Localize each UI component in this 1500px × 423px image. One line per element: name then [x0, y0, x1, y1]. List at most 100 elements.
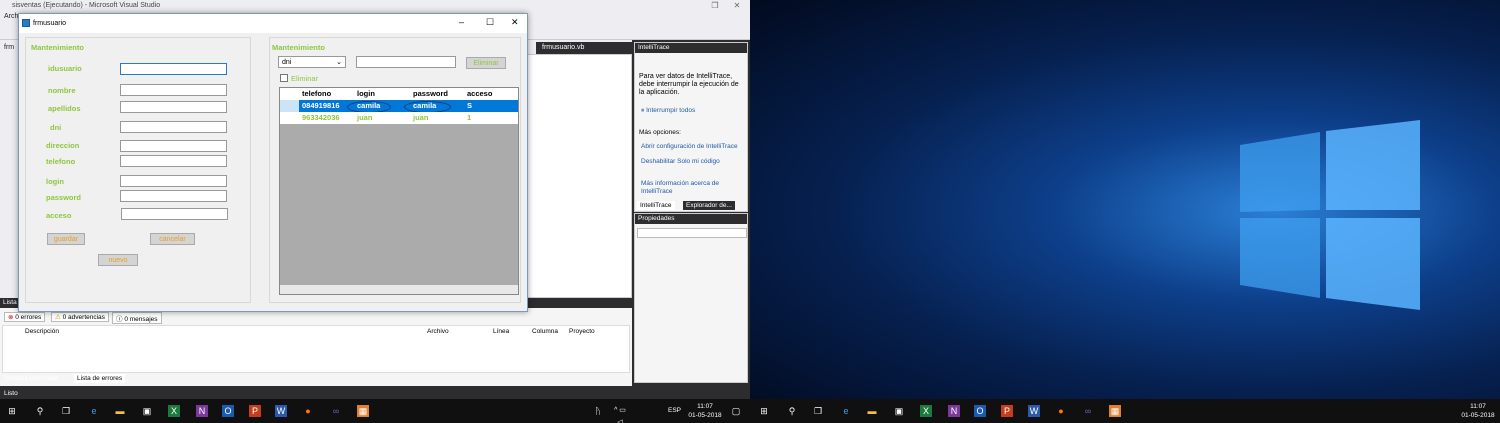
col-password[interactable]: password: [410, 88, 464, 100]
tab-immediate[interactable]: Ventana Inmediato: [4, 375, 58, 382]
app-icon[interactable]: ▦: [1109, 405, 1121, 417]
users-grid[interactable]: telefono login password acceso 084919816…: [279, 87, 519, 295]
minimize-icon[interactable]: –: [459, 17, 464, 27]
col-proyecto[interactable]: Proyecto: [569, 328, 595, 335]
outlook-icon[interactable]: O: [974, 405, 986, 417]
h-scrollbar[interactable]: [280, 285, 518, 294]
firefox-icon[interactable]: ●: [302, 405, 314, 417]
direccion-field[interactable]: [120, 140, 227, 152]
cell-password[interactable]: juan: [410, 112, 464, 124]
clock[interactable]: 11:07 01-05-2018: [688, 402, 722, 420]
people-icon[interactable]: ᚤ: [592, 405, 604, 417]
cell-telefono[interactable]: 963342036: [299, 112, 354, 124]
tab-error-list[interactable]: Lista de errores: [74, 374, 126, 383]
eliminar-checkbox[interactable]: [280, 74, 288, 82]
cell-acceso[interactable]: 1: [464, 112, 518, 124]
clock-date: 01-05-2018: [688, 412, 722, 419]
col-telefono[interactable]: telefono: [299, 88, 354, 100]
disable-jmc-link[interactable]: Deshabilitar Solo mi código: [641, 158, 720, 165]
table-row[interactable]: 084919816 camila camila S: [280, 100, 518, 113]
apellidos-field[interactable]: [120, 101, 227, 113]
eliminar-button[interactable]: Eliminar: [466, 57, 506, 69]
excel-icon[interactable]: X: [920, 405, 932, 417]
col-descripcion[interactable]: Descripción: [25, 328, 59, 335]
cancelar-button[interactable]: cancelar: [150, 233, 195, 245]
restore-icon[interactable]: ❐: [704, 0, 726, 12]
intellitrace-panel: IntelliTrace Para ver datos de IntelliTr…: [634, 42, 748, 212]
explorer-icon[interactable]: ▬: [114, 405, 126, 417]
close-icon[interactable]: ✕: [726, 0, 748, 12]
break-all-link[interactable]: ⏸ Interrumpir todos: [641, 107, 695, 115]
properties-dropdown[interactable]: [637, 228, 747, 238]
menu-archivo[interactable]: Arch: [4, 13, 18, 20]
acceso-field[interactable]: [121, 208, 228, 220]
explorer-icon[interactable]: ▬: [866, 405, 878, 417]
col-archivo[interactable]: Archivo: [427, 328, 449, 335]
search-input[interactable]: [356, 56, 456, 68]
powerpoint-icon[interactable]: P: [249, 405, 261, 417]
form-icon: [22, 19, 30, 27]
clock[interactable]: 11:07 01-05-2018: [1458, 402, 1498, 420]
search-icon[interactable]: ⚲: [34, 405, 46, 417]
task-view-icon[interactable]: ❐: [812, 405, 824, 417]
errors-filter[interactable]: ⊗ 0 errores: [4, 312, 46, 322]
notification-icon[interactable]: ▢: [730, 405, 742, 417]
edge-icon[interactable]: e: [840, 405, 852, 417]
messages-filter[interactable]: ⓘ 0 mensajes: [112, 312, 162, 324]
nuevo-button[interactable]: nuevo: [98, 254, 138, 266]
more-info-link[interactable]: Más información acerca de IntelliTrace: [641, 180, 741, 196]
row-header[interactable]: [280, 112, 299, 124]
onenote-icon[interactable]: N: [196, 405, 208, 417]
table-row[interactable]: 963342036 juan juan 1: [280, 112, 518, 124]
idusuario-field[interactable]: [120, 63, 227, 75]
col-login[interactable]: login: [354, 88, 410, 100]
nombre-field[interactable]: [120, 84, 227, 96]
start-icon[interactable]: ⊞: [6, 405, 18, 417]
col-columna[interactable]: Columna: [532, 328, 558, 335]
store-icon[interactable]: ▣: [141, 405, 153, 417]
dni-field[interactable]: [120, 121, 227, 133]
firefox-icon[interactable]: ●: [1055, 405, 1067, 417]
tab-explorer[interactable]: Explorador de...: [683, 201, 735, 210]
edge-icon[interactable]: e: [88, 405, 100, 417]
onenote-icon[interactable]: N: [948, 405, 960, 417]
word-icon[interactable]: W: [275, 405, 287, 417]
col-linea[interactable]: Línea: [493, 328, 509, 335]
warning-icon: ⚠: [55, 314, 61, 321]
intellitrace-header: IntelliTrace: [635, 43, 747, 53]
col-acceso[interactable]: acceso: [464, 88, 518, 100]
file-tab[interactable]: frmusuario.vb: [536, 42, 632, 54]
task-view-icon[interactable]: ❐: [60, 405, 72, 417]
outlook-icon[interactable]: O: [222, 405, 234, 417]
visual-studio-icon[interactable]: ∞: [1082, 405, 1094, 417]
store-icon[interactable]: ▣: [893, 405, 905, 417]
label-acceso: acceso: [46, 211, 72, 220]
excel-icon[interactable]: X: [168, 405, 180, 417]
left-monitor: sisventas (Ejecutando) - Microsoft Visua…: [0, 0, 750, 423]
right-monitor-desktop: ⊞ ⚲ ❐ e ▬ ▣ X N O P W ● ∞ ▦ 11:07 01-05-…: [750, 0, 1500, 423]
telefono-field[interactable]: [120, 155, 227, 167]
powerpoint-icon[interactable]: P: [1001, 405, 1013, 417]
form-close-icon[interactable]: ✕: [511, 17, 519, 28]
row-header[interactable]: [280, 100, 299, 112]
open-config-link[interactable]: Abrir configuración de IntelliTrace: [641, 143, 738, 150]
cell-acceso[interactable]: S: [464, 100, 518, 112]
doc-tab[interactable]: frm: [4, 44, 14, 51]
warnings-filter[interactable]: ⚠ 0 advertencias: [51, 312, 109, 322]
password-field[interactable]: [120, 190, 227, 202]
lang-indicator[interactable]: ESP: [668, 407, 681, 414]
taskbar-left: ⊞ ⚲ ❐ e ▬ ▣ X N O P W ● ∞ ▦ ᚤ ^ ▭ ◁ ESP …: [0, 399, 750, 423]
tab-intellitrace[interactable]: IntelliTrace: [637, 201, 675, 210]
word-icon[interactable]: W: [1028, 405, 1040, 417]
guardar-button[interactable]: guardar: [47, 233, 85, 245]
start-icon[interactable]: ⊞: [758, 405, 770, 417]
app-icon[interactable]: ▦: [357, 405, 369, 417]
search-combo[interactable]: dni ⌄: [278, 56, 346, 68]
login-field[interactable]: [120, 175, 227, 187]
maximize-icon[interactable]: ☐: [486, 17, 494, 28]
cell-login[interactable]: juan: [354, 112, 410, 124]
search-icon[interactable]: ⚲: [786, 405, 798, 417]
visual-studio-icon[interactable]: ∞: [330, 405, 342, 417]
tray-icons[interactable]: ^ ▭ ◁: [614, 405, 626, 423]
cell-telefono[interactable]: 084919816: [299, 100, 354, 112]
